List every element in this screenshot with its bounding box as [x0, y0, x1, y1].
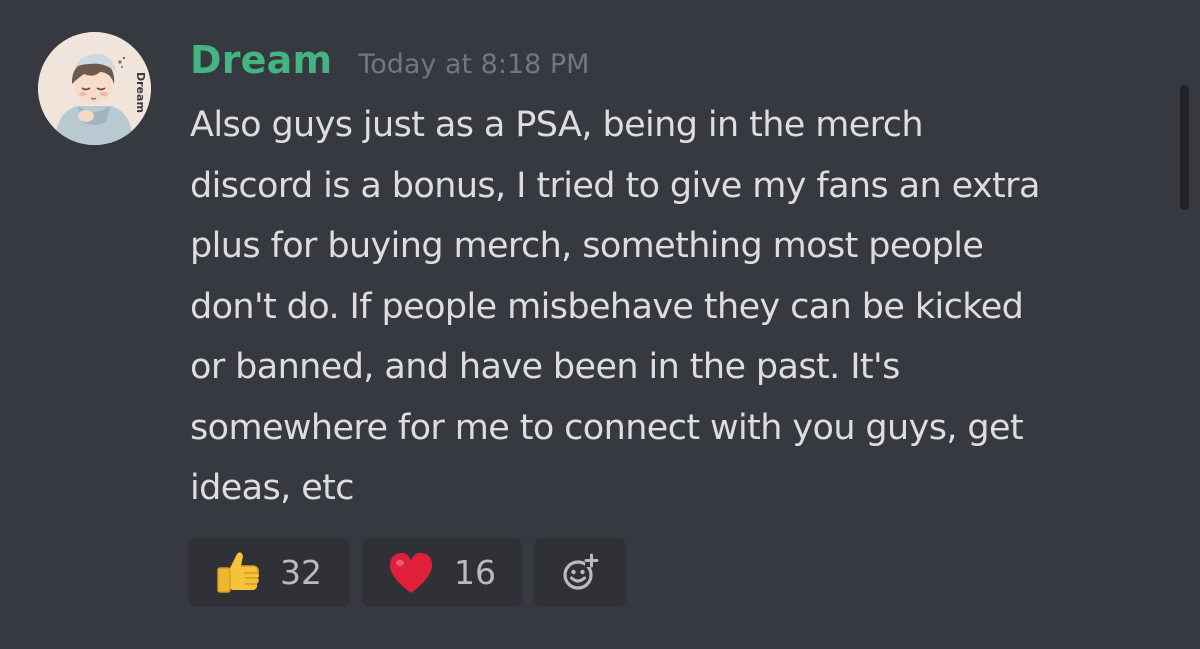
add-reaction-icon	[563, 553, 599, 590]
message-line: don't do. If people misbehave they can b…	[190, 286, 1024, 327]
message-line: ideas, etc	[190, 468, 355, 508]
message-line: discord is a bonus, I tried to give my f…	[190, 165, 1040, 206]
red-heart-icon	[389, 552, 433, 593]
thumbs-up-icon	[217, 551, 259, 593]
reactions-bar: 32 16	[188, 538, 626, 607]
reaction-heart[interactable]: 16	[362, 538, 522, 607]
reaction-count: 32	[280, 553, 322, 592]
avatar-illustration: Dream	[38, 32, 151, 145]
message-line: or banned, and have been in the past. It…	[190, 347, 900, 387]
timestamp: Today at 8:18 PM	[358, 49, 590, 80]
reaction-count: 16	[454, 553, 496, 592]
user-avatar[interactable]: Dream	[38, 32, 151, 145]
scrollbar-thumb[interactable]	[1180, 85, 1189, 210]
message-line: somewhere for me to connect with you guy…	[190, 407, 1024, 448]
reaction-thumbs-up[interactable]: 32	[188, 538, 350, 607]
chat-message: Dream Dream Today at 8:18 PM Also guys j…	[0, 0, 1200, 649]
message-line: plus for buying merch, something most pe…	[190, 226, 984, 266]
avatar-name-tag: Dream	[134, 72, 147, 113]
message-line: Also guys just as a PSA, being in the me…	[190, 105, 924, 145]
username[interactable]: Dream	[190, 38, 332, 82]
message-content: Also guys just as a PSA, being in the me…	[190, 95, 1155, 519]
message-header: Dream Today at 8:18 PM	[190, 38, 589, 82]
add-reaction-button[interactable]	[534, 538, 626, 607]
